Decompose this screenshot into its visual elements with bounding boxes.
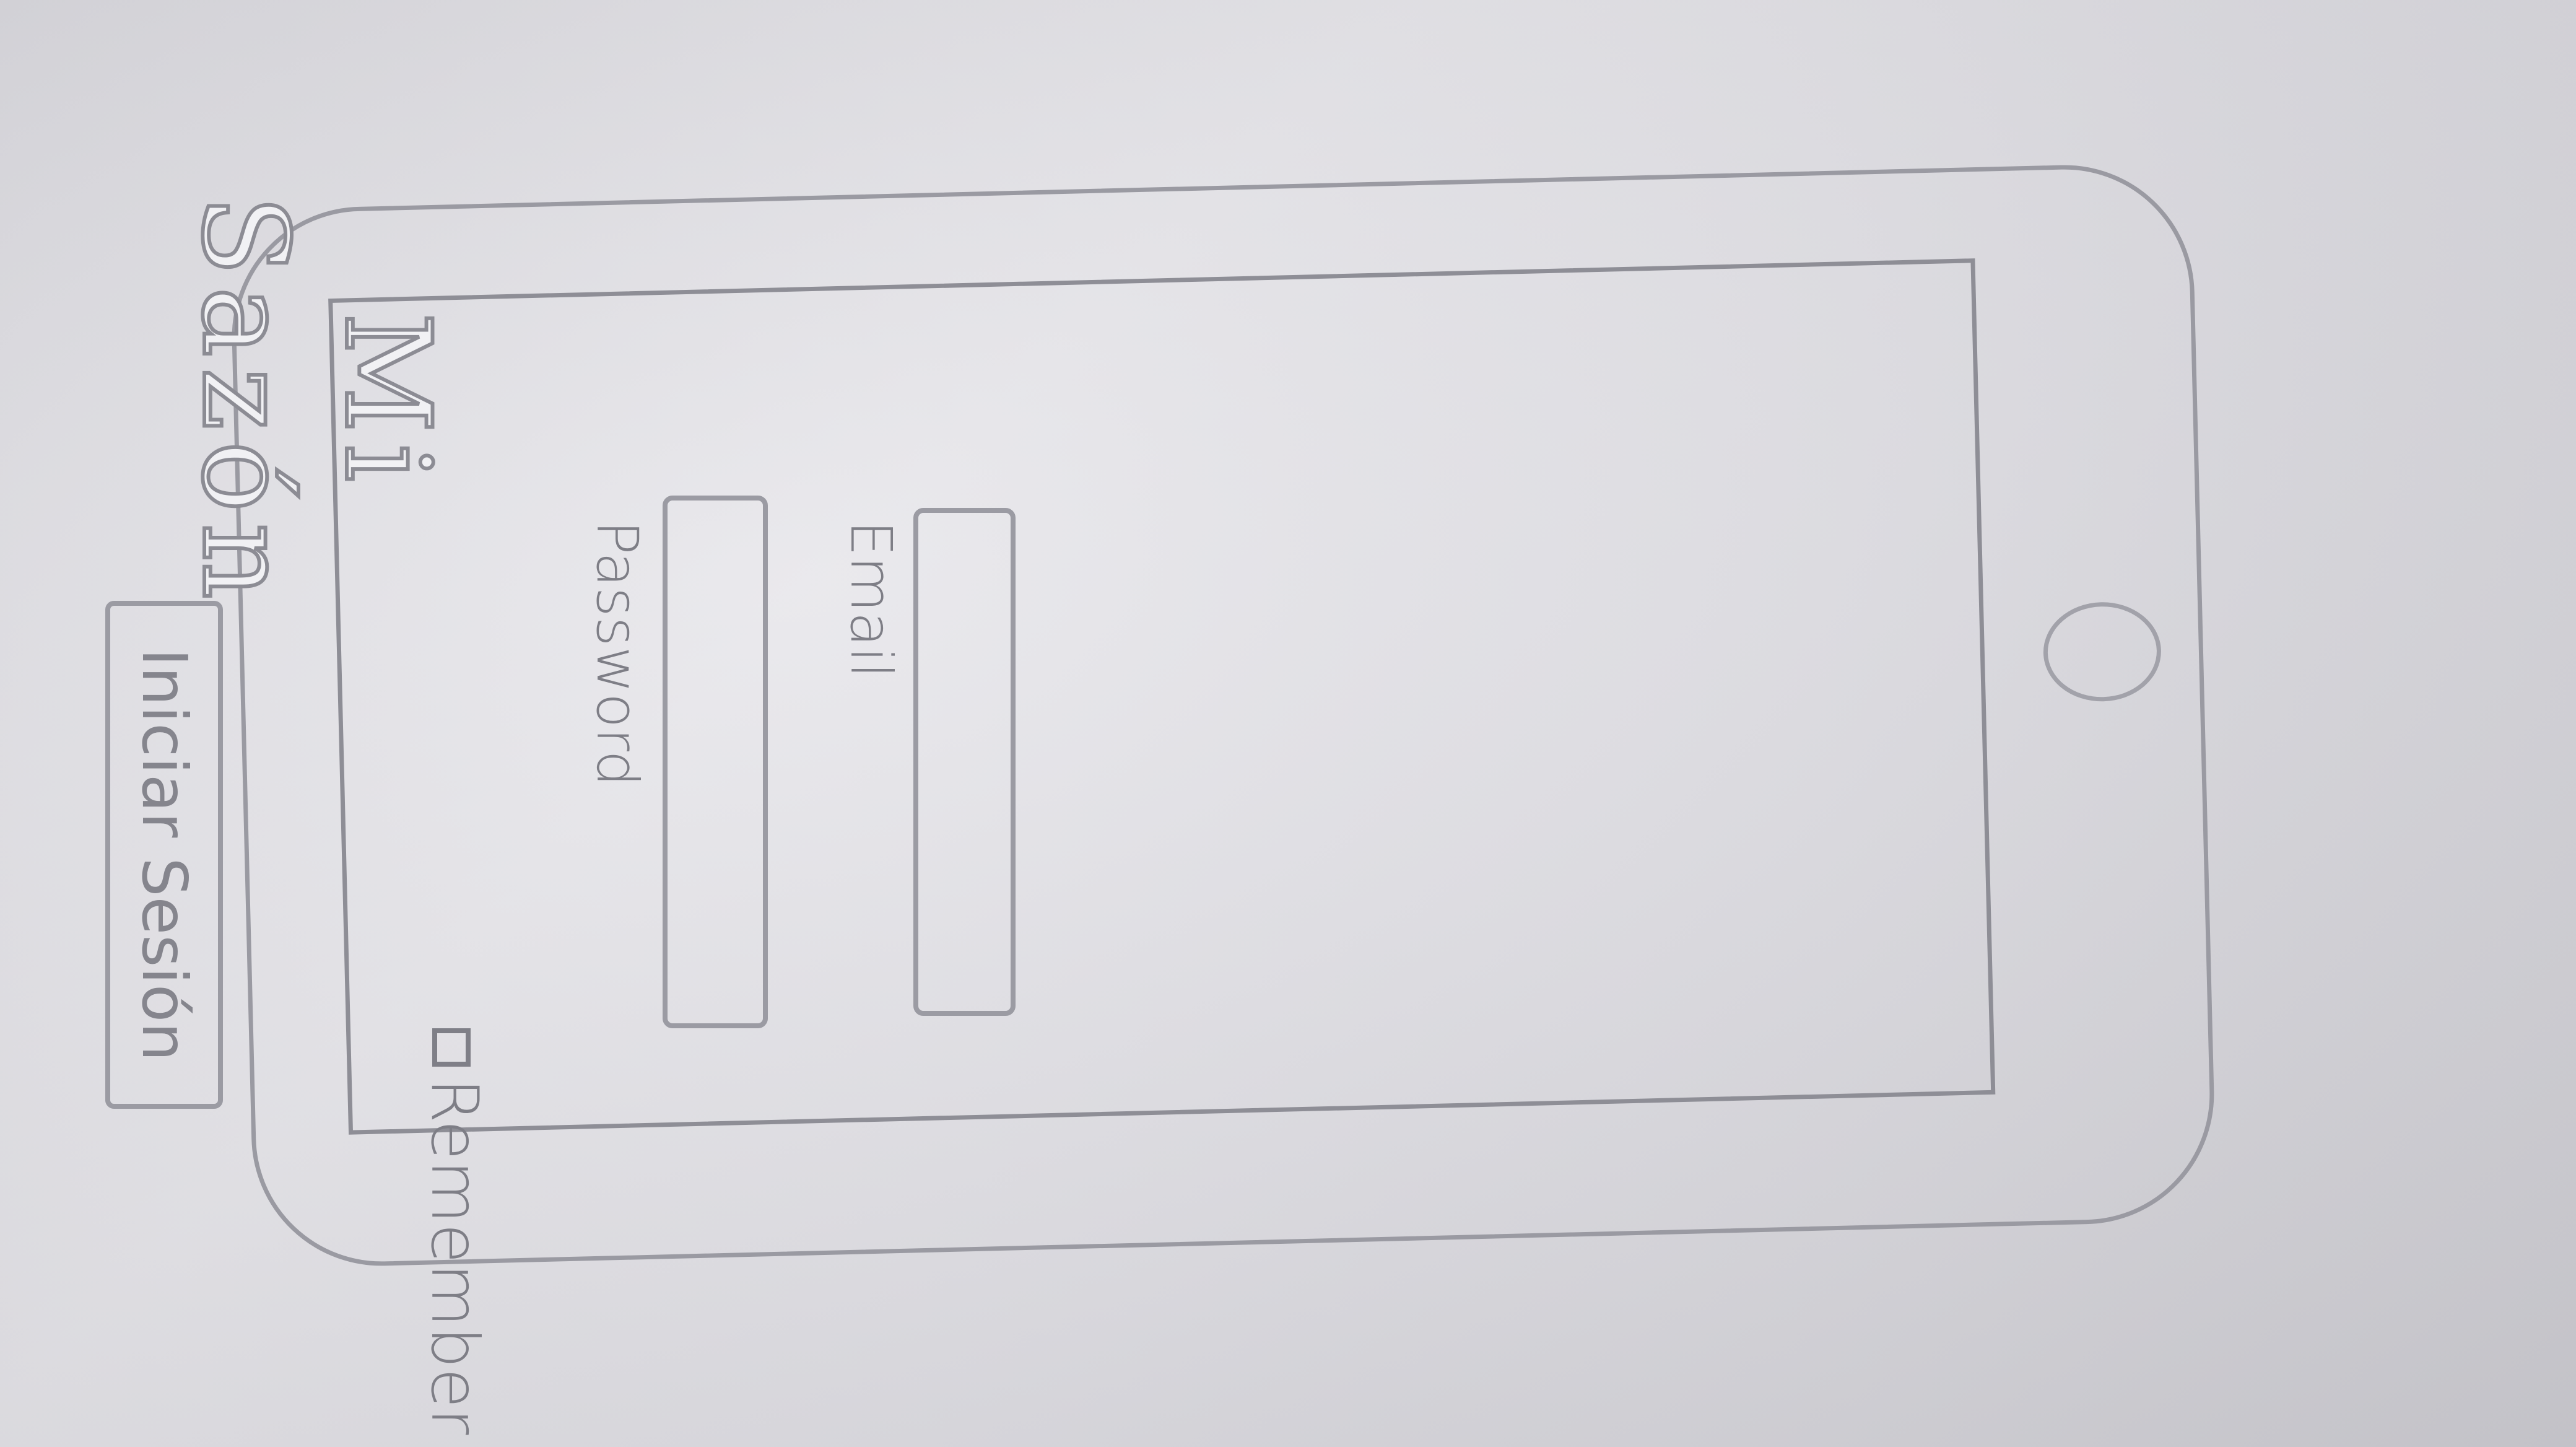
- login-button[interactable]: Iniciar Sesión: [105, 601, 223, 1109]
- password-label: Password: [584, 520, 650, 787]
- remember-checkbox[interactable]: [432, 1028, 471, 1067]
- password-input[interactable]: [663, 496, 768, 1028]
- home-button[interactable]: [2042, 600, 2162, 703]
- remember-label: Remember: [417, 1078, 492, 1435]
- email-input[interactable]: [913, 508, 1016, 1016]
- login-screen: Mi Sazón Email Password Remember Iniciar…: [0, 74, 1412, 1435]
- email-label: Email: [838, 520, 904, 679]
- app-title: Mi Sazón: [175, 193, 458, 612]
